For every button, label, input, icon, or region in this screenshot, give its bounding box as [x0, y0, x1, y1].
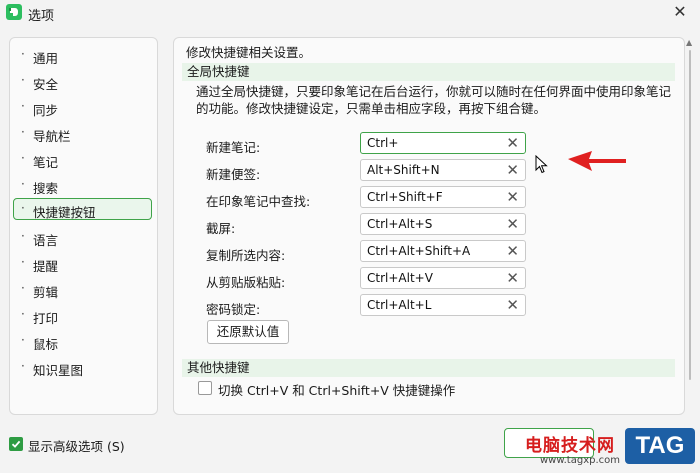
sidebar-item-clipper[interactable]: · 剪辑: [13, 278, 152, 300]
sidebar-item-notes[interactable]: · 笔记: [13, 148, 152, 170]
shortcut-label-new-sticky: 新建便签:: [206, 167, 261, 182]
sidebar-item-label: 通用: [33, 51, 59, 66]
clear-icon[interactable]: ✕: [506, 161, 519, 179]
bullet-icon: ·: [21, 73, 25, 87]
sidebar-item-navbar[interactable]: · 导航栏: [13, 122, 152, 144]
sidebar-item-label: 搜索: [33, 181, 59, 196]
sidebar-item-label: 鼠标: [33, 337, 59, 352]
sidebar-item-label: 快捷键按钮: [33, 205, 96, 220]
bullet-icon: ·: [21, 177, 25, 191]
other-shortcuts-header: 其他快捷键: [182, 359, 675, 377]
sidebar-item-reminders[interactable]: · 提醒: [13, 252, 152, 274]
clear-icon[interactable]: ✕: [506, 296, 519, 314]
bullet-icon: ·: [21, 99, 25, 113]
global-shortcuts-header: 全局快捷键: [182, 63, 675, 81]
bullet-icon: ·: [21, 359, 25, 373]
clear-icon[interactable]: ✕: [506, 188, 519, 206]
shortcut-field-new-sticky[interactable]: ✕: [360, 159, 526, 181]
shortcut-field-paste-clipboard[interactable]: ✕: [360, 267, 526, 289]
bullet-icon: ·: [21, 333, 25, 347]
scroll-up-icon[interactable]: ▲: [686, 38, 692, 47]
watermark-url: www.tagxp.com: [540, 455, 620, 466]
shortcuts-panel: 修改快捷键相关设置。 全局快捷键 通过全局快捷键，只要印象笔记在后台运行，你就可…: [173, 37, 685, 415]
shortcut-label-copy-selection: 复制所选内容:: [206, 248, 286, 263]
clear-icon[interactable]: ✕: [506, 242, 519, 260]
bullet-icon: ·: [21, 201, 25, 215]
scrollbar-thumb[interactable]: [689, 50, 691, 380]
shortcut-field-password-lock[interactable]: ✕: [360, 294, 526, 316]
bullet-icon: ·: [21, 125, 25, 139]
restore-defaults-button[interactable]: 还原默认值: [207, 320, 289, 344]
bullet-icon: ·: [21, 281, 25, 295]
sidebar-item-security[interactable]: · 安全: [13, 70, 152, 92]
sidebar-item-knowledge-map[interactable]: · 知识星图: [13, 356, 152, 378]
checkmark-icon: [11, 440, 21, 448]
close-icon[interactable]: ✕: [668, 1, 692, 23]
sidebar-item-print[interactable]: · 打印: [13, 304, 152, 326]
shortcut-field-screenshot[interactable]: ✕: [360, 213, 526, 235]
title-bar: 选项 ✕: [0, 0, 700, 26]
shortcut-field-copy-selection[interactable]: ✕: [360, 240, 526, 262]
sidebar-item-label: 语言: [33, 233, 59, 248]
watermark-badge: TAG: [625, 428, 695, 464]
sidebar-item-language[interactable]: · 语言: [13, 226, 152, 248]
sidebar-item-label: 安全: [33, 77, 59, 92]
shortcut-label-screenshot: 截屏:: [206, 221, 236, 236]
bullet-icon: ·: [21, 255, 25, 269]
sidebar-item-search[interactable]: · 搜索: [13, 174, 152, 196]
mouse-cursor-icon: [535, 155, 548, 174]
sidebar-item-label: 剪辑: [33, 285, 59, 300]
sidebar-item-label: 提醒: [33, 259, 59, 274]
sidebar-item-general[interactable]: · 通用: [13, 44, 152, 66]
options-sidebar: · 通用 · 安全 · 同步 · 导航栏 · 笔记 · 搜索 · 快捷键按钮 · 语言 · 提醒 …: [9, 37, 158, 415]
sidebar-item-label: 笔记: [33, 155, 59, 170]
window-title: 选项: [28, 9, 55, 24]
evernote-elephant-icon: [6, 4, 22, 20]
bullet-icon: ·: [21, 151, 25, 165]
shortcut-label-paste-clipboard: 从剪贴版粘贴:: [206, 275, 286, 290]
shortcut-label-password-lock: 密码锁定:: [206, 302, 261, 317]
sidebar-item-label: 同步: [33, 103, 59, 118]
shortcut-field-new-note[interactable]: ✕: [360, 132, 526, 154]
shortcut-input-paste-clipboard[interactable]: [367, 270, 497, 286]
shortcut-input-new-sticky[interactable]: [367, 162, 497, 178]
shortcut-input-password-lock[interactable]: [367, 297, 497, 313]
toggle-paste-shortcut-checkbox[interactable]: [198, 381, 212, 395]
shortcut-input-find[interactable]: [367, 189, 497, 205]
clear-icon[interactable]: ✕: [506, 269, 519, 287]
bullet-icon: ·: [21, 47, 25, 61]
shortcut-input-new-note[interactable]: [367, 135, 497, 151]
watermark-text: 电脑技术网: [525, 436, 615, 456]
bullet-icon: ·: [21, 307, 25, 321]
clear-icon[interactable]: ✕: [506, 134, 519, 152]
bullet-icon: ·: [21, 229, 25, 243]
toggle-paste-shortcut-label: 切换 Ctrl+V 和 Ctrl+Shift+V 快捷键操作: [218, 383, 456, 398]
sidebar-item-mouse[interactable]: · 鼠标: [13, 330, 152, 352]
sidebar-item-label: 导航栏: [33, 129, 71, 144]
shortcut-field-find[interactable]: ✕: [360, 186, 526, 208]
show-advanced-checkbox[interactable]: [9, 437, 23, 451]
sidebar-item-label: 知识星图: [33, 363, 84, 378]
sidebar-item-sync[interactable]: · 同步: [13, 96, 152, 118]
shortcut-input-screenshot[interactable]: [367, 216, 497, 232]
sidebar-item-label: 打印: [33, 311, 59, 326]
panel-heading: 修改快捷键相关设置。: [186, 45, 312, 60]
global-shortcuts-description: 通过全局快捷键，只要印象笔记在后台运行，你就可以随时在任何界面中使用印象笔记的功…: [196, 84, 672, 116]
show-advanced-label: 显示高级选项 (S): [28, 439, 125, 454]
shortcut-label-new-note: 新建笔记:: [206, 140, 261, 155]
sidebar-item-shortcuts[interactable]: · 快捷键按钮: [13, 198, 152, 220]
shortcut-input-copy-selection[interactable]: [367, 243, 497, 259]
shortcut-label-find: 在印象笔记中查找:: [206, 194, 311, 209]
clear-icon[interactable]: ✕: [506, 215, 519, 233]
